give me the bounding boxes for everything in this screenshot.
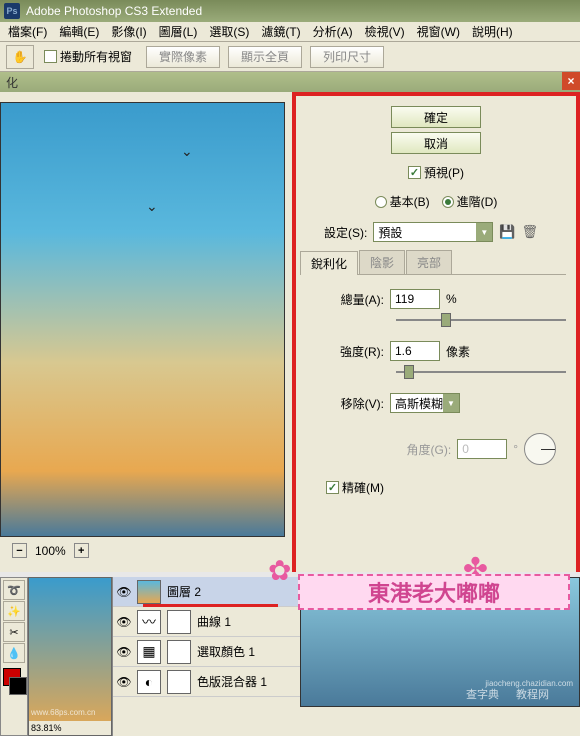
- save-preset-icon[interactable]: 💾: [499, 224, 515, 240]
- delete-preset-icon[interactable]: 🗑: [522, 224, 539, 240]
- layer-name[interactable]: 曲線 1: [197, 613, 231, 630]
- tab-sharpen[interactable]: 銳利化: [300, 251, 358, 275]
- layer-thumbnail[interactable]: [137, 580, 161, 604]
- status-bar: 83.81%: [29, 721, 111, 735]
- eyedropper-tool-icon[interactable]: 💧: [3, 643, 25, 663]
- preset-value: 預設: [378, 224, 402, 241]
- radius-unit: 像素: [446, 343, 470, 360]
- layer-mask[interactable]: [167, 670, 191, 694]
- radius-slider[interactable]: [396, 365, 566, 379]
- layer-name[interactable]: 選取顏色 1: [197, 643, 255, 660]
- amount-label: 總量(A):: [324, 291, 384, 308]
- tab-shadow[interactable]: 陰影: [359, 250, 405, 274]
- basic-label: 基本(B): [390, 193, 430, 210]
- preview-checkbox[interactable]: ✓: [408, 166, 421, 179]
- layer-mask[interactable]: [167, 640, 191, 664]
- dialog-title: 化: [6, 74, 18, 91]
- zoom-out-button[interactable]: −: [12, 543, 27, 558]
- menu-view[interactable]: 檢視(V): [359, 21, 411, 42]
- preview-image[interactable]: ⌄ ⌄: [0, 102, 285, 537]
- angle-input: 0: [457, 439, 507, 459]
- hand-tool-icon[interactable]: ✋: [6, 45, 34, 69]
- app-icon: Ps: [4, 3, 20, 19]
- document-thumbnail[interactable]: www.68ps.com.cn 83.81%: [28, 577, 112, 736]
- zoom-in-button[interactable]: +: [74, 543, 89, 558]
- visibility-icon[interactable]: 👁: [117, 615, 131, 629]
- dialog-title-bar[interactable]: 化 ×: [0, 72, 580, 92]
- advanced-label: 進階(D): [457, 193, 498, 210]
- remove-combo[interactable]: 高斯模糊 ▼: [390, 393, 460, 413]
- layer-name[interactable]: 圖層 2: [167, 583, 201, 600]
- app-title: Adobe Photoshop CS3 Extended: [26, 4, 202, 18]
- background-color[interactable]: [9, 677, 27, 695]
- title-bar: Ps Adobe Photoshop CS3 Extended: [0, 0, 580, 22]
- lasso-tool-icon[interactable]: ➰: [3, 580, 25, 600]
- preview-label: 預視(P): [424, 164, 464, 181]
- layer-mask[interactable]: [167, 610, 191, 634]
- setting-label: 設定(S):: [324, 224, 367, 241]
- watermark-right: 教程网: [516, 686, 549, 702]
- watermark-left: 查字典: [466, 686, 499, 702]
- watermark-url: jiaocheng.chazidian.com: [485, 679, 573, 688]
- control-panel: 確定 取消 ✓ 預視(P) 基本(B) 進階(D) 設定(S): 預設 ▼ 💾 …: [296, 92, 580, 572]
- fit-screen-button[interactable]: 顯示全頁: [228, 46, 302, 68]
- menu-edit[interactable]: 編輯(E): [53, 21, 105, 42]
- menu-layer[interactable]: 圖層(L): [153, 21, 204, 42]
- visibility-icon[interactable]: 👁: [117, 585, 131, 599]
- bird-icon: ⌄: [146, 198, 158, 215]
- print-size-button[interactable]: 列印尺寸: [310, 46, 384, 68]
- remove-label: 移除(V):: [324, 395, 384, 412]
- options-bar: ✋ 捲動所有視窗 實際像素 顯示全頁 列印尺寸: [0, 42, 580, 72]
- adjustment-icon[interactable]: ◐: [137, 670, 161, 694]
- more-accurate-label: 精確(M): [342, 479, 384, 496]
- cancel-button[interactable]: 取消: [391, 132, 481, 154]
- preset-combo[interactable]: 預設 ▼: [373, 222, 493, 242]
- basic-radio[interactable]: [375, 196, 387, 208]
- adjustment-icon[interactable]: ▦: [137, 640, 161, 664]
- crop-tool-icon[interactable]: ✂: [3, 622, 25, 642]
- radius-label: 強度(R):: [324, 343, 384, 360]
- dialog-body: ⌄ ⌄ − 100% + 確定 取消 ✓ 預視(P) 基本(B) 進階(D) 設…: [0, 92, 580, 572]
- preview-panel: ⌄ ⌄ − 100% +: [0, 92, 296, 572]
- scroll-all-label: 捲動所有視窗: [60, 48, 132, 65]
- amount-input[interactable]: 119: [390, 289, 440, 309]
- advanced-radio[interactable]: [442, 196, 454, 208]
- ok-button[interactable]: 確定: [391, 106, 481, 128]
- remove-value: 高斯模糊: [395, 395, 443, 412]
- angle-unit: °: [513, 442, 518, 456]
- menu-analysis[interactable]: 分析(A): [307, 21, 359, 42]
- angle-dial: [524, 433, 556, 465]
- amount-unit: %: [446, 292, 457, 306]
- menu-filter[interactable]: 濾鏡(T): [255, 21, 306, 42]
- adjustment-icon[interactable]: 〰: [137, 610, 161, 634]
- layer-name[interactable]: 色版混合器 1: [197, 673, 267, 690]
- angle-label: 角度(G):: [407, 441, 452, 458]
- menu-help[interactable]: 說明(H): [466, 21, 519, 42]
- actual-pixels-button[interactable]: 實際像素: [146, 46, 220, 68]
- scroll-all-checkbox[interactable]: [44, 50, 57, 63]
- menu-bar: 檔案(F) 編輯(E) 影像(I) 圖層(L) 選取(S) 濾鏡(T) 分析(A…: [0, 22, 580, 42]
- background-image: 查字典 教程网 jiaocheng.chazidian.com: [300, 577, 580, 707]
- visibility-icon[interactable]: 👁: [117, 675, 131, 689]
- zoom-level: 100%: [35, 544, 66, 558]
- radius-input[interactable]: 1.6: [390, 341, 440, 361]
- chevron-down-icon: ▼: [476, 223, 492, 241]
- menu-window[interactable]: 視窗(W): [411, 21, 466, 42]
- bird-icon: ⌄: [181, 143, 193, 160]
- tabs: 銳利化 陰影 亮部: [300, 250, 566, 275]
- close-icon[interactable]: ×: [562, 72, 580, 90]
- more-accurate-checkbox[interactable]: ✓: [326, 481, 339, 494]
- wand-tool-icon[interactable]: ✨: [3, 601, 25, 621]
- url-watermark: www.68ps.com.cn: [31, 708, 95, 717]
- amount-slider[interactable]: [396, 313, 566, 327]
- status-zoom: 83.81%: [31, 723, 62, 733]
- visibility-icon[interactable]: 👁: [117, 645, 131, 659]
- tab-highlight[interactable]: 亮部: [406, 250, 452, 274]
- tools-palette: ➰ ✨ ✂ 💧: [0, 577, 28, 736]
- menu-file[interactable]: 檔案(F): [2, 21, 53, 42]
- chevron-down-icon: ▼: [443, 394, 459, 412]
- menu-image[interactable]: 影像(I): [105, 21, 152, 42]
- menu-select[interactable]: 選取(S): [203, 21, 255, 42]
